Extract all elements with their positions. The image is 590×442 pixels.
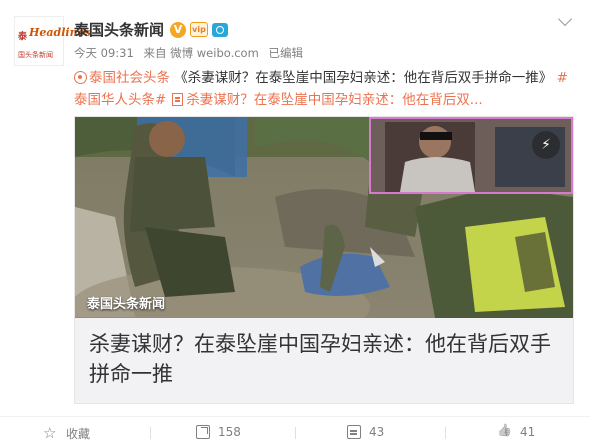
article-photo: 泰国头条新闻 ⚡ [75, 117, 573, 318]
article-title[interactable]: 杀妻谋财？在泰坠崖中国孕妇亲述：他在背后双手拼命一推 [89, 329, 559, 389]
photo-illustration [75, 117, 573, 318]
favorite-label: 收藏 [66, 427, 91, 441]
weibo-post: 泰 Headlines 国头条新闻 泰国头条新闻 V vip 今天 09:31 … [0, 0, 590, 442]
play-icon[interactable]: ⚡ [532, 131, 560, 159]
post-edited[interactable]: 已编辑 [268, 46, 303, 60]
star-icon [43, 424, 58, 442]
divider [445, 427, 446, 439]
author-row: 泰国头条新闻 V vip [74, 19, 229, 40]
divider [295, 427, 296, 439]
comment-button[interactable]: 43 [347, 425, 384, 439]
photo-caption: 泰国头条新闻 [87, 297, 166, 312]
post-meta: 今天 09:31 来自 微博 weibo.com 已编辑 [74, 45, 309, 61]
chevron-down-icon[interactable] [558, 14, 572, 28]
topic-icon [74, 71, 87, 84]
action-bar: 收藏 158 43 41 [0, 416, 590, 442]
share-button[interactable]: 158 [196, 425, 241, 439]
article-card[interactable]: 泰国头条新闻 ⚡ 杀妻谋财？在泰坠崖中国孕妇亲述：他在背后双手拼命一推 [74, 116, 574, 404]
share-count: 158 [218, 425, 241, 439]
avatar-logo-top: 泰 [18, 32, 28, 42]
post-quote: 《杀妻谋财？在泰坠崖中国孕妇亲述：他在背后双手拼命一推》 [174, 70, 553, 86]
like-button[interactable]: 41 [498, 425, 535, 439]
avatar-logo-sub: 国头条新闻 [18, 51, 53, 59]
author-name[interactable]: 泰国头条新闻 [74, 19, 164, 40]
like-icon [498, 425, 512, 439]
article-icon [172, 93, 184, 106]
divider [150, 427, 151, 439]
vip-icon[interactable]: vip [190, 22, 209, 37]
share-icon [196, 425, 210, 439]
avatar[interactable]: 泰 Headlines 国头条新闻 [14, 16, 91, 66]
article-link[interactable]: 杀妻谋财？在泰坠崖中国孕妇亲述：他在背后双... [186, 92, 482, 108]
favorite-button[interactable]: 收藏 [43, 424, 91, 442]
topic-link[interactable]: 泰国社会头条 [89, 70, 170, 86]
camera-icon[interactable] [212, 22, 229, 37]
post-text: 泰国社会头条 《杀妻谋财？在泰坠崖中国孕妇亲述：他在背后双手拼命一推》 #泰国华… [74, 67, 574, 111]
post-time[interactable]: 今天 09:31 [74, 46, 134, 60]
post-source[interactable]: 来自 微博 weibo.com [143, 46, 258, 60]
like-count: 41 [520, 425, 536, 439]
comment-icon [347, 425, 361, 439]
verified-icon[interactable]: V [170, 21, 187, 38]
comment-count: 43 [369, 425, 385, 439]
